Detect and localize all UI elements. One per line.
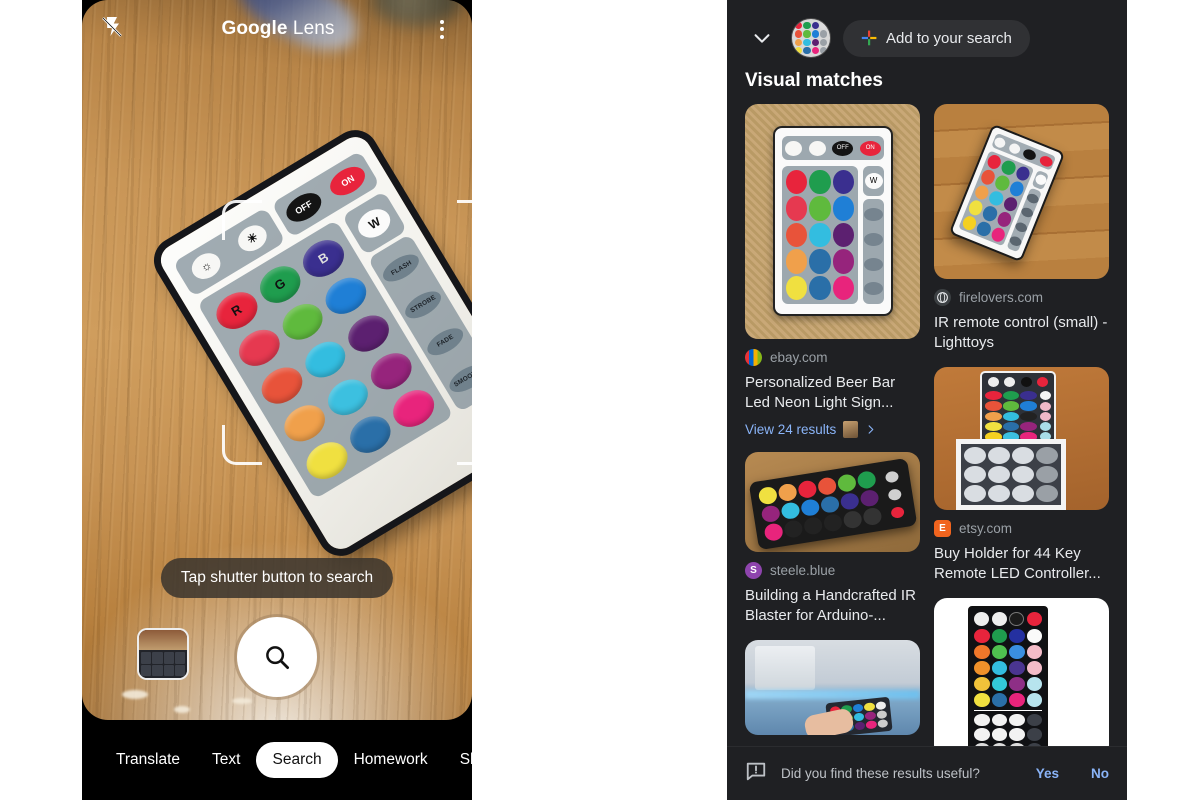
feedback-yes-button[interactable]: Yes: [1036, 766, 1059, 781]
lens-camera-screen: ☼ ☀ OFF ON R G B W FLASH STROBE FADE SMO…: [82, 0, 472, 800]
etsy-favicon-icon: E: [934, 519, 951, 537]
gallery-thumbnail-button[interactable]: [137, 628, 189, 680]
nav-item-text[interactable]: Text: [196, 742, 256, 778]
result-source: firelovers.com: [959, 290, 1044, 305]
thumb-top: [139, 630, 187, 651]
result-image[interactable]: [745, 639, 920, 735]
nav-item-shopping[interactable]: Shopping: [444, 742, 472, 778]
results-header: Add to your search: [727, 0, 1127, 62]
remote-off-button: OFF: [281, 187, 327, 228]
chevron-right-icon: [868, 425, 874, 434]
result-title[interactable]: Buy Holder for 44 Key Remote LED Control…: [934, 544, 1109, 584]
shutter-button[interactable]: [237, 617, 317, 697]
google-plus-icon: [861, 30, 877, 46]
thumb-bottom: [139, 650, 187, 678]
result-card-etsy[interactable]: E etsy.com Buy Holder for 44 Key Remote …: [934, 366, 1109, 584]
color-white: W: [353, 203, 396, 244]
nav-item-search[interactable]: Search: [256, 742, 338, 778]
result-source-row: S steele.blue: [745, 561, 920, 579]
effect-strobe: STROBE: [401, 285, 446, 324]
view-more-results-link[interactable]: View 24 results: [745, 420, 920, 438]
focus-bracket-top-left: [222, 200, 262, 240]
view-more-label: View 24 results: [745, 421, 837, 437]
result-image[interactable]: OFF ON W: [745, 104, 920, 339]
feedback-bar: Did you find these results useful? Yes N…: [727, 746, 1127, 800]
result-title[interactable]: Personalized Beer Bar Led Neon Light Sig…: [745, 373, 920, 413]
feedback-no-button[interactable]: No: [1091, 766, 1109, 781]
feedback-question: Did you find these results useful?: [781, 766, 980, 781]
results-column-left: OFF ON W ebay.com Personalized Beer Bar …: [745, 104, 920, 758]
view-more-thumbnail: [843, 420, 859, 438]
add-to-search-label: Add to your search: [886, 29, 1012, 47]
result-image[interactable]: [745, 451, 920, 552]
shutter-hint-tooltip: Tap shutter button to search: [160, 558, 394, 598]
overflow-menu-icon[interactable]: [430, 19, 454, 39]
nav-item-homework[interactable]: Homework: [338, 742, 444, 778]
focus-bracket-bottom-right: [457, 425, 472, 465]
result-title[interactable]: IR remote control (small) - Lighttoys: [934, 313, 1109, 353]
camera-viewfinder[interactable]: ☼ ☀ OFF ON R G B W FLASH STROBE FADE SMO…: [82, 0, 472, 720]
screenshot-stage: ☼ ☀ OFF ON R G B W FLASH STROBE FADE SMO…: [0, 0, 1200, 800]
chevron-down-icon[interactable]: [745, 21, 779, 55]
title-google: Google: [221, 18, 288, 39]
search-icon: [266, 646, 289, 669]
steele-favicon-icon: S: [745, 561, 762, 579]
crumb: [122, 690, 148, 699]
crumb: [232, 698, 252, 704]
result-source: ebay.com: [770, 350, 828, 365]
focus-bracket-top-right: [457, 200, 472, 240]
page-title: Google Lens: [126, 18, 430, 40]
effect-fade: FADE: [423, 322, 468, 361]
result-source: etsy.com: [959, 520, 1013, 536]
flash-off-icon[interactable]: [100, 15, 126, 44]
title-lens: Lens: [292, 18, 335, 39]
result-source: steele.blue: [770, 562, 836, 578]
result-source-row: firelovers.com: [934, 289, 1109, 306]
result-title[interactable]: Building a Handcrafted IR Blaster for Ar…: [745, 586, 920, 626]
result-card-steele[interactable]: S steele.blue Building a Handcrafted IR …: [745, 451, 920, 626]
lens-results-screen: Add to your search Visual matches OFF ON: [727, 0, 1127, 800]
result-card-firelovers[interactable]: firelovers.com IR remote control (small)…: [934, 104, 1109, 353]
result-card-partial-44key[interactable]: [934, 597, 1109, 758]
add-to-search-button[interactable]: Add to your search: [843, 19, 1030, 57]
effect-flash: FLASH: [379, 249, 424, 287]
avatar[interactable]: [791, 18, 831, 58]
feedback-icon[interactable]: [745, 760, 767, 787]
remote-on-button: ON: [325, 160, 371, 202]
brightness-down-icon: ☼: [187, 248, 226, 285]
crumb: [174, 706, 190, 713]
nav-item-translate[interactable]: Translate: [100, 742, 196, 778]
results-column-right: firelovers.com IR remote control (small)…: [934, 104, 1109, 758]
result-image[interactable]: [934, 366, 1109, 510]
ebay-favicon-icon: [745, 349, 762, 366]
result-card-partial-led-strip[interactable]: [745, 639, 920, 735]
result-image[interactable]: [934, 104, 1109, 279]
visual-matches-heading: Visual matches: [745, 70, 884, 91]
effect-smooth: SMOOTH: [445, 359, 472, 397]
lens-mode-nav: Translate Text Search Homework Shopping: [82, 720, 472, 800]
result-image[interactable]: [934, 597, 1109, 758]
result-source-row: ebay.com: [745, 349, 920, 366]
results-masonry: OFF ON W ebay.com Personalized Beer Bar …: [727, 104, 1127, 758]
lens-top-bar: Google Lens: [82, 0, 472, 58]
result-source-row: E etsy.com: [934, 519, 1109, 537]
focus-bracket-bottom-left: [222, 425, 262, 465]
globe-icon: [934, 289, 951, 306]
result-card-ebay[interactable]: OFF ON W ebay.com Personalized Beer Bar …: [745, 104, 920, 438]
